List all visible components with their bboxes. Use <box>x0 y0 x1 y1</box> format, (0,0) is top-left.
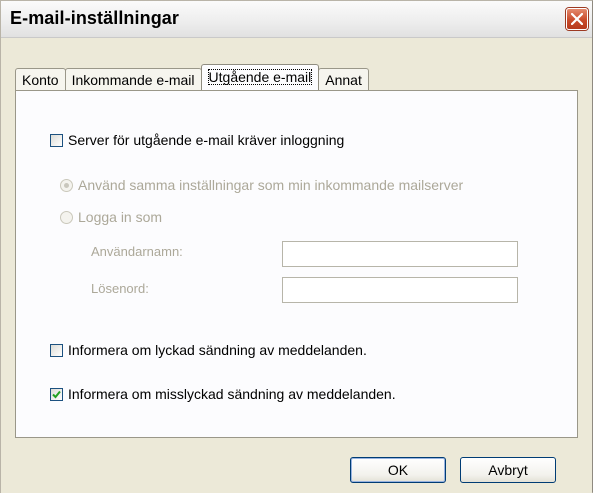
tab-utgaende-email[interactable]: Utgående e-mail <box>200 64 320 90</box>
password-field[interactable] <box>282 277 518 303</box>
notify-failure-option[interactable]: Informera om misslyckad sändning av medd… <box>50 386 396 402</box>
require-login-label: Server för utgående e-mail kräver inlogg… <box>68 132 345 148</box>
login-as-radio[interactable] <box>60 210 73 224</box>
tab-annat[interactable]: Annat <box>318 68 369 90</box>
checkmark-icon <box>52 390 61 398</box>
notify-failure-label: Informera om misslyckad sändning av medd… <box>68 386 396 402</box>
use-same-settings-label: Använd samma inställningar som min inkom… <box>78 177 464 193</box>
email-settings-dialog: E-mail-inställningar Konto Inkommande e-… <box>0 0 593 493</box>
title-bar[interactable]: E-mail-inställningar <box>1 1 592 38</box>
use-same-settings-option[interactable]: Använd samma inställningar som min inkom… <box>60 177 463 193</box>
tab-panel-utgaende-email: Server för utgående e-mail kräver inlogg… <box>15 90 578 438</box>
notify-failure-checkbox[interactable] <box>50 387 63 401</box>
login-as-label: Logga in som <box>78 209 163 225</box>
notify-success-label: Informera om lyckad sändning av meddelan… <box>68 342 367 358</box>
use-same-settings-radio[interactable] <box>60 178 73 192</box>
notify-success-option[interactable]: Informera om lyckad sändning av meddelan… <box>50 342 367 358</box>
close-button[interactable] <box>566 8 588 30</box>
dialog-title: E-mail-inställningar <box>10 8 180 28</box>
tab-inkommande-email[interactable]: Inkommande e-mail <box>64 68 202 90</box>
tab-strip: Konto Inkommande e-mail Utgående e-mail … <box>15 64 369 90</box>
password-label: Lösenord: <box>91 281 149 296</box>
username-field[interactable] <box>282 241 518 267</box>
cancel-button[interactable]: Avbryt <box>460 457 556 483</box>
tab-konto[interactable]: Konto <box>15 68 66 90</box>
notify-success-checkbox[interactable] <box>50 343 63 357</box>
require-login-checkbox[interactable] <box>50 133 63 147</box>
require-login-option[interactable]: Server för utgående e-mail kräver inlogg… <box>50 132 344 148</box>
dialog-body: Konto Inkommande e-mail Utgående e-mail … <box>1 38 592 493</box>
username-label: Användarnamn: <box>91 244 183 259</box>
ok-button[interactable]: OK <box>350 457 446 483</box>
close-icon <box>571 13 583 25</box>
login-as-option[interactable]: Logga in som <box>60 209 162 225</box>
